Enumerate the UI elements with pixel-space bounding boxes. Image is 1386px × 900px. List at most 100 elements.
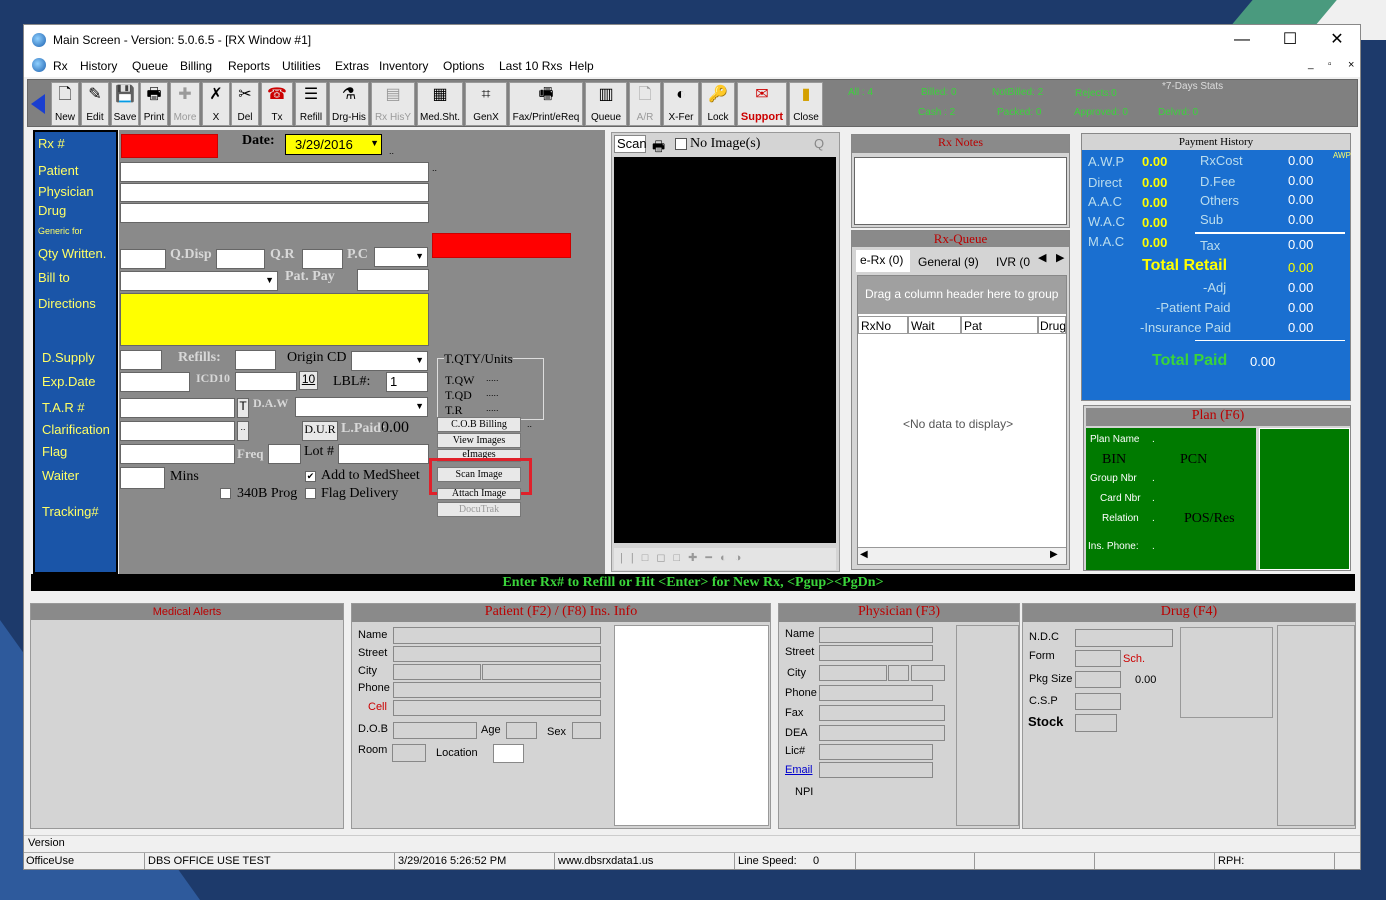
physician-name-field[interactable] <box>819 627 933 643</box>
med-sheet-button[interactable]: ▦ Med.Sht. <box>417 82 463 126</box>
origin-cd-select[interactable]: ▼ <box>351 351 428 371</box>
qr-field[interactable] <box>302 249 343 269</box>
icd10-field[interactable] <box>235 372 297 391</box>
menu-inventory[interactable]: Inventory <box>379 59 428 73</box>
physician-field[interactable] <box>120 183 429 202</box>
exp-date-field[interactable] <box>120 372 190 392</box>
menu-reports[interactable]: Reports <box>228 59 270 73</box>
lbl-field[interactable]: 1 <box>386 372 428 392</box>
docutrak-button[interactable]: DocuTrak <box>437 502 521 517</box>
daw-select[interactable]: ▼ <box>295 397 428 417</box>
close-button[interactable]: ▮ Close <box>789 82 823 126</box>
freq-field[interactable] <box>268 444 301 464</box>
rx-number-field[interactable] <box>121 134 218 158</box>
genx-button[interactable]: ⌗ GenX <box>465 82 507 126</box>
drug-ndc-field[interactable] <box>1075 629 1173 647</box>
clarification-lookup-button[interactable]: .. <box>237 421 249 441</box>
menu-billing[interactable]: Billing <box>180 59 212 73</box>
pat-pay-field[interactable] <box>357 269 429 291</box>
dsupply-field[interactable] <box>120 350 162 370</box>
physician-city-field[interactable] <box>819 665 887 681</box>
col-rxno[interactable]: RxNo <box>858 316 908 334</box>
scroll-left-icon[interactable]: ◀ <box>860 549 868 560</box>
bill-to-select[interactable]: ▼ <box>120 271 278 291</box>
mdi-minimize-button[interactable]: _ <box>1308 59 1314 70</box>
pc-select[interactable]: ▼ <box>374 247 428 267</box>
print-button[interactable]: 🖶 Print <box>140 82 168 126</box>
patient-name-field[interactable] <box>393 627 601 644</box>
mdi-close-button[interactable]: × <box>1348 59 1354 71</box>
patient-location-field[interactable] <box>493 744 524 763</box>
physician-fax-field[interactable] <box>819 705 945 721</box>
menu-utilities[interactable]: Utilities <box>282 59 321 73</box>
prog-340b-checkbox[interactable] <box>220 488 231 499</box>
refill-button[interactable]: ☰ Refill <box>295 82 327 126</box>
patient-dob-field[interactable] <box>393 722 477 739</box>
menu-history[interactable]: History <box>80 59 117 73</box>
no-image-checkbox[interactable] <box>675 138 687 150</box>
more-button[interactable]: ✚ More <box>170 82 200 126</box>
scan-tab[interactable]: Scan <box>614 135 647 153</box>
rx-notes-textarea[interactable] <box>854 157 1067 225</box>
patient-street-field[interactable] <box>393 646 601 662</box>
patient-city-field[interactable] <box>393 664 481 680</box>
new-button[interactable]: 🗋 New <box>51 82 79 126</box>
scroll-right-icon[interactable]: ▶ <box>1050 549 1058 560</box>
group-by-hint[interactable]: Drag a column header here to group <box>858 276 1066 314</box>
tx-button[interactable]: ☎ Tx <box>261 82 293 126</box>
menu-rx[interactable]: Rx <box>53 59 68 73</box>
refills-field[interactable] <box>235 350 276 370</box>
patient-field[interactable] <box>120 162 429 182</box>
search-icon[interactable]: Q <box>814 136 824 151</box>
horizontal-scrollbar[interactable]: ◀ ▶ <box>858 547 1066 564</box>
physician-title[interactable]: Physician (F3) <box>779 604 1019 622</box>
app-menu-icon[interactable] <box>32 58 46 72</box>
lock-button[interactable]: 🔑 Lock <box>701 82 735 126</box>
patient-notes-area[interactable] <box>614 625 769 826</box>
save-button[interactable]: 💾 Save <box>111 82 139 126</box>
physician-state-field[interactable] <box>888 665 909 681</box>
support-button[interactable]: ✉ Support <box>737 82 787 126</box>
tar-field[interactable] <box>120 398 235 418</box>
patient-title[interactable]: Patient (F2) / (F8) Ins. Info <box>352 604 770 622</box>
dur-button[interactable]: D.U.R <box>302 421 338 441</box>
col-drug[interactable]: Drug <box>1038 316 1066 334</box>
attach-image-button[interactable]: Attach Image <box>437 488 521 500</box>
physician-street-field[interactable] <box>819 645 933 661</box>
menu-help[interactable]: Help <box>569 59 594 73</box>
patient-room-field[interactable] <box>392 744 426 762</box>
add-medsheet-checkbox[interactable]: ✔ <box>305 471 316 482</box>
view-images-button[interactable]: View Images <box>437 433 521 448</box>
qty-written-field[interactable] <box>120 249 166 269</box>
fax-print-ereq-button[interactable]: 🖷 Fax/Print/eReq <box>509 82 583 126</box>
physician-dea-field[interactable] <box>819 725 945 741</box>
close-window-button[interactable]: ✕ <box>1314 25 1360 55</box>
tab-general[interactable]: General (9) <box>914 252 986 272</box>
tab-ivr[interactable]: IVR (0 <box>992 252 1037 272</box>
flag-field[interactable] <box>120 444 235 464</box>
drug-pkg-size-field[interactable] <box>1075 671 1121 688</box>
menu-last10[interactable]: Last 10 Rxs <box>499 59 562 73</box>
drug-form-field[interactable] <box>1075 650 1121 667</box>
physician-email-link[interactable]: Email <box>785 764 813 776</box>
drug-title[interactable]: Drug (F4) <box>1023 604 1355 622</box>
icd10-lookup-button[interactable]: 10 <box>299 371 318 390</box>
rx-history-button[interactable]: ▤ Rx HisY <box>371 82 415 126</box>
patient-age-field[interactable] <box>506 722 537 739</box>
edit-button[interactable]: ✎ Edit <box>81 82 109 126</box>
directions-field[interactable] <box>120 293 429 346</box>
xfer-button[interactable]: ◐ X-Fer <box>663 82 699 126</box>
physician-email-field[interactable] <box>819 762 933 778</box>
waiter-field[interactable] <box>120 467 165 489</box>
drug-stock-field[interactable] <box>1075 714 1117 732</box>
cob-billing-button[interactable]: C.O.B Billing <box>437 417 521 432</box>
qdisp-field[interactable] <box>216 249 265 269</box>
x-button[interactable]: ✗ X <box>202 82 230 126</box>
tab-scroll-left-icon[interactable]: ◀ <box>1038 251 1046 264</box>
patient-cell-field[interactable] <box>393 700 601 716</box>
patient-sex-field[interactable] <box>572 722 601 739</box>
drug-csp-field[interactable] <box>1075 693 1121 710</box>
drug-field[interactable] <box>120 203 429 223</box>
physician-zip-field[interactable] <box>911 665 945 681</box>
physician-phone-field[interactable] <box>819 685 933 701</box>
